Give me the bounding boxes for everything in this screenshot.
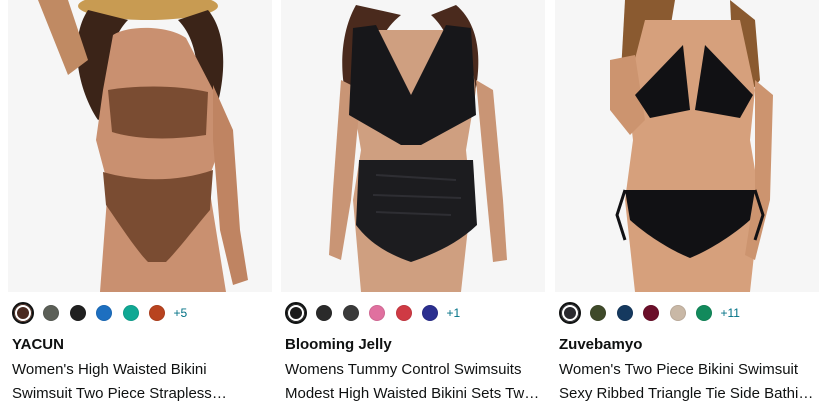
color-swatch[interactable]	[149, 305, 165, 321]
color-swatch[interactable]	[696, 305, 712, 321]
color-swatch[interactable]	[395, 305, 412, 321]
brand-name: Blooming Jelly	[285, 336, 392, 353]
color-swatch[interactable]	[12, 302, 34, 324]
black-bikini-photo-icon	[281, 0, 545, 292]
color-swatch[interactable]	[122, 305, 139, 321]
color-swatch[interactable]	[69, 305, 86, 321]
color-swatch[interactable]	[669, 305, 686, 321]
color-swatch[interactable]	[43, 305, 59, 321]
brand-name: YACUN	[12, 336, 64, 353]
color-swatch[interactable]	[616, 305, 633, 321]
product-image[interactable]	[8, 0, 272, 292]
color-swatches: +5	[12, 302, 187, 324]
color-swatch[interactable]	[422, 305, 438, 321]
product-card[interactable]: +1 Blooming Jelly Womens Tummy Control S…	[281, 0, 545, 405]
color-swatch[interactable]	[285, 302, 307, 324]
color-swatch[interactable]	[643, 305, 659, 321]
brown-bikini-photo-icon	[8, 0, 272, 292]
product-title-link[interactable]: Women's Two Piece Bikini Swimsuit Sexy R…	[559, 358, 815, 405]
color-swatch[interactable]	[559, 302, 581, 324]
black-triangle-bikini-photo-icon	[555, 0, 819, 292]
color-swatch[interactable]	[369, 305, 385, 321]
product-image[interactable]	[281, 0, 545, 292]
product-title-link[interactable]: Women's High Waisted Bikini Swimsuit Two…	[12, 358, 268, 405]
color-swatch[interactable]	[96, 305, 112, 321]
product-image[interactable]	[555, 0, 819, 292]
more-colors-link[interactable]: +11	[721, 306, 740, 320]
color-swatches: +11	[559, 302, 740, 324]
more-colors-link[interactable]: +1	[447, 306, 461, 320]
color-swatch[interactable]	[590, 305, 606, 321]
product-title-link[interactable]: Womens Tummy Control Swimsuits Modest Hi…	[285, 358, 541, 405]
product-card[interactable]: +11 Zuvebamyo Women's Two Piece Bikini S…	[555, 0, 819, 405]
color-swatch[interactable]	[342, 305, 359, 321]
more-colors-link[interactable]: +5	[174, 306, 188, 320]
color-swatches: +1	[285, 302, 460, 324]
brand-name: Zuvebamyo	[559, 336, 643, 353]
color-swatch[interactable]	[316, 305, 332, 321]
product-card[interactable]: +5 YACUN Women's High Waisted Bikini Swi…	[8, 0, 272, 405]
product-grid: +5 YACUN Women's High Waisted Bikini Swi…	[0, 0, 824, 405]
